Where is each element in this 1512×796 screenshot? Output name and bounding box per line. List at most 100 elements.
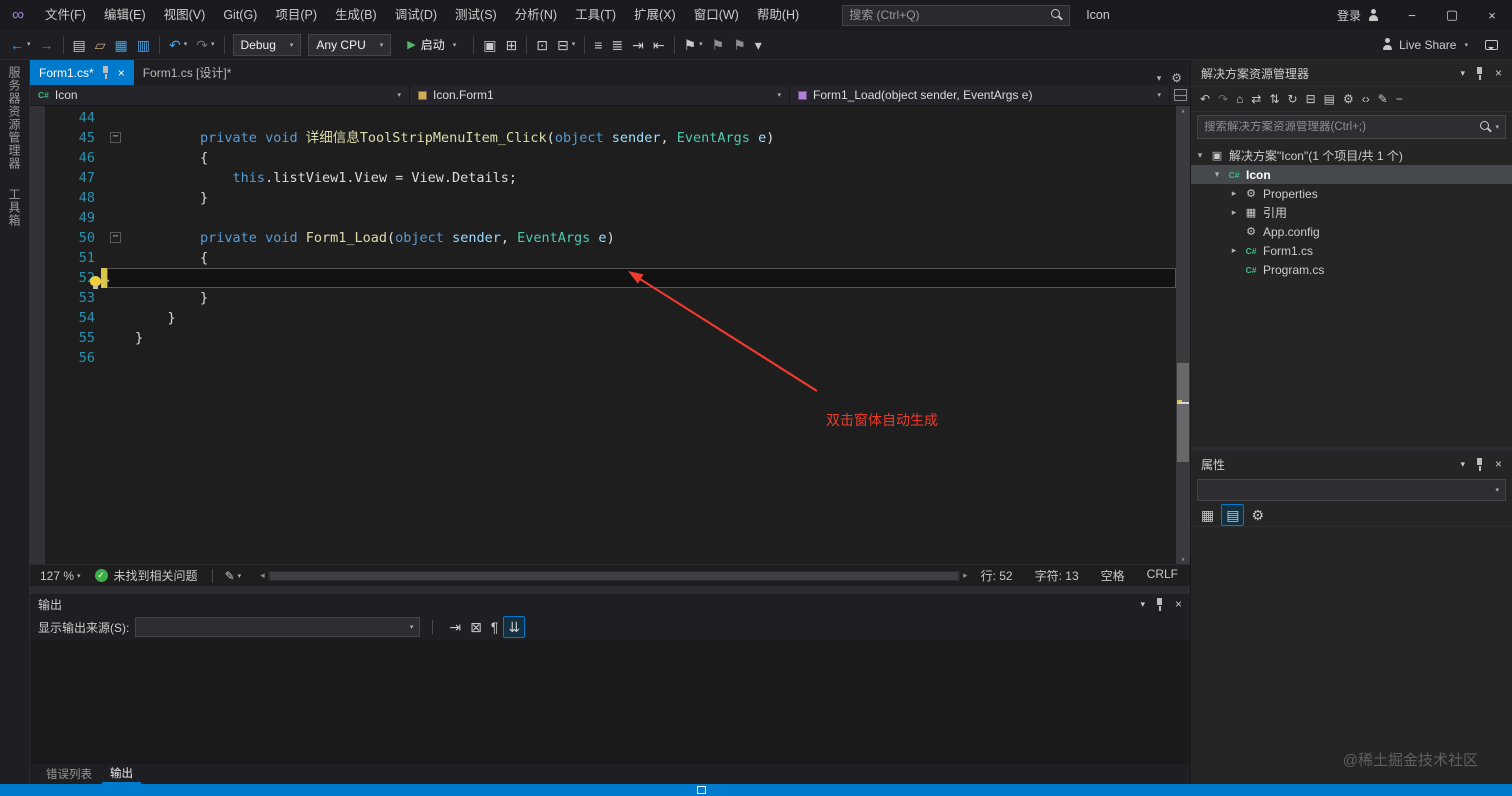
forward-icon[interactable]: ↷ <box>1215 90 1231 108</box>
properties-object-dropdown[interactable]: ▾ <box>1197 479 1506 501</box>
properties-node[interactable]: ▸ ⚙ Properties <box>1191 184 1512 203</box>
outdent-icon[interactable]: ⇤ <box>649 35 669 55</box>
code-line-45[interactable]: 45 − private void 详细信息ToolStripMenuItem_C… <box>30 128 1176 148</box>
autoscroll-icon[interactable]: ⇊ <box>503 616 526 638</box>
back-icon[interactable]: ← ▾ <box>6 35 35 55</box>
class-dropdown[interactable]: Icon.Form1 ▾ <box>410 85 790 105</box>
form1-node[interactable]: ▸ C# Form1.cs <box>1191 241 1512 260</box>
output-source-dropdown[interactable]: ▾ <box>135 617 421 637</box>
expander-icon[interactable]: ▸ <box>1229 188 1239 199</box>
wrap-icon[interactable]: ¶ <box>487 617 503 637</box>
sync-icon[interactable]: ⇅ <box>1266 90 1282 108</box>
editor-options-icon[interactable]: ⚙ <box>1171 71 1182 85</box>
code-line-50[interactable]: 50 − private void Form1_Load(object sende… <box>30 228 1176 248</box>
comment-icon[interactable]: ≡ <box>590 35 606 55</box>
expander-icon[interactable]: ▸ <box>1229 245 1239 256</box>
hscroll-track[interactable] <box>267 570 961 581</box>
indent-icon[interactable]: ⇥ <box>628 35 648 55</box>
code-line-47[interactable]: 47 this.listView1.View = View.Details; <box>30 168 1176 188</box>
glyph-margin[interactable] <box>30 168 45 188</box>
categorized-icon[interactable]: ▦ <box>1197 505 1218 525</box>
scroll-left-icon[interactable]: ◂ <box>257 570 268 581</box>
close-button[interactable]: × <box>1472 0 1512 30</box>
glyph-margin[interactable] <box>30 288 45 308</box>
undo-icon[interactable]: ↶ ▾ <box>165 35 191 55</box>
glyph-margin[interactable] <box>30 108 45 128</box>
menu-project[interactable]: 项目(P) <box>266 0 326 30</box>
hscroll-thumb[interactable] <box>269 571 959 580</box>
error-list-tab[interactable]: 错误列表 <box>38 764 100 784</box>
find-in-files-icon[interactable]: ⊡ <box>532 35 552 55</box>
sign-in-button[interactable]: 登录 <box>1325 0 1392 30</box>
new-project-icon[interactable]: ▤ <box>69 35 90 55</box>
server-explorer-rail-tab[interactable]: 服务器资源管理器 <box>6 66 23 170</box>
solution-search[interactable]: ▾ <box>1197 115 1506 139</box>
solution-search-input[interactable] <box>1204 121 1481 133</box>
navigate-window-icon[interactable]: ⊟ ▾ <box>553 35 579 55</box>
pin-icon[interactable] <box>101 66 111 79</box>
goto-message-icon[interactable]: ⇥ <box>445 617 465 637</box>
output-tab[interactable]: 输出 <box>102 764 141 784</box>
pin-icon[interactable] <box>1475 66 1485 80</box>
glyph-margin[interactable] <box>30 268 45 288</box>
start-debug-button[interactable]: ▶ 启动 ▾ <box>399 34 464 56</box>
previous-bookmark-icon[interactable]: ⚑ <box>708 35 729 55</box>
quick-search-input[interactable] <box>849 8 1052 22</box>
menu-window[interactable]: 窗口(W) <box>685 0 748 30</box>
code-view-icon[interactable]: ‹› <box>1359 90 1373 108</box>
menu-analyze[interactable]: 分析(N) <box>506 0 566 30</box>
alphabetical-icon[interactable]: ▤ <box>1221 503 1245 526</box>
document-list-dropdown-icon[interactable]: ▾ <box>1157 73 1162 84</box>
project-dropdown[interactable]: C# Icon ▾ <box>30 85 410 105</box>
edit-icon[interactable]: ✎ <box>1375 90 1391 108</box>
code-line-51[interactable]: 51 { <box>30 248 1176 268</box>
code-cleanup-button[interactable]: ✎ ▾ <box>219 569 248 583</box>
code-line-48[interactable]: 48 } <box>30 188 1176 208</box>
expander-icon[interactable]: ▾ <box>1212 169 1222 180</box>
close-icon[interactable]: × <box>1175 597 1182 611</box>
bookmark-icon[interactable]: ⚑ ▾ <box>680 35 707 55</box>
code-line-56[interactable]: 56 <box>30 348 1176 368</box>
glyph-margin[interactable] <box>30 248 45 268</box>
close-icon[interactable]: × <box>1495 457 1502 471</box>
code-editor[interactable]: 44 45 − private void 详细信息ToolStripMenuItem… <box>30 106 1190 564</box>
program-node[interactable]: C# Program.cs <box>1191 260 1512 279</box>
minimize-button[interactable]: − <box>1392 0 1432 30</box>
tab-form1-cs[interactable]: Form1.cs* × <box>30 60 134 85</box>
panel-splitter[interactable] <box>30 586 1190 594</box>
redo-icon[interactable]: ↷ ▾ <box>192 35 218 55</box>
expander-icon[interactable]: ▸ <box>1229 207 1239 218</box>
collapse-all-icon[interactable]: ⊟ <box>1303 90 1319 108</box>
forward-icon[interactable]: → <box>36 35 58 55</box>
quick-search[interactable] <box>842 4 1071 26</box>
switch-views-icon[interactable]: ⇄ <box>1248 90 1264 108</box>
menu-view[interactable]: 视图(V) <box>155 0 215 30</box>
menu-git[interactable]: Git(G) <box>214 0 266 30</box>
scroll-up-icon[interactable]: ▴ <box>1176 106 1190 115</box>
split-editor-button[interactable] <box>1170 85 1190 105</box>
uncomment-icon[interactable]: ≣ <box>607 35 627 55</box>
spaces-indicator[interactable]: 空格 <box>1101 567 1125 584</box>
pin-icon[interactable] <box>1155 597 1165 611</box>
chevron-down-icon[interactable]: ▾ <box>1460 459 1465 470</box>
glyph-margin[interactable] <box>30 128 45 148</box>
minimize-results-icon[interactable]: − <box>1393 90 1406 108</box>
chevron-down-icon[interactable]: ▾ <box>1140 599 1145 610</box>
glyph-margin[interactable] <box>30 188 45 208</box>
code-line-44[interactable]: 44 <box>30 108 1176 128</box>
chevron-down-icon[interactable]: ▾ <box>1460 68 1465 79</box>
fold-collapse-icon[interactable]: − <box>110 132 121 143</box>
scroll-down-icon[interactable]: ▾ <box>1176 555 1190 564</box>
platform-dropdown[interactable]: Any CPU ▾ <box>308 33 392 56</box>
expander-icon[interactable]: ▾ <box>1195 150 1205 161</box>
show-all-files-icon[interactable]: ▤ <box>1321 90 1338 108</box>
code-line-55[interactable]: 55} <box>30 328 1176 348</box>
references-node[interactable]: ▸ ▦ 引用 <box>1191 203 1512 222</box>
menu-test[interactable]: 测试(S) <box>446 0 506 30</box>
glyph-margin[interactable] <box>30 308 45 328</box>
code-line-54[interactable]: 54 } <box>30 308 1176 328</box>
project-node[interactable]: ▾ C# Icon <box>1191 165 1512 184</box>
menu-extensions[interactable]: 扩展(X) <box>625 0 685 30</box>
scroll-right-icon[interactable]: ▸ <box>960 570 971 581</box>
solution-config-dropdown[interactable]: Debug ▾ <box>232 33 302 56</box>
